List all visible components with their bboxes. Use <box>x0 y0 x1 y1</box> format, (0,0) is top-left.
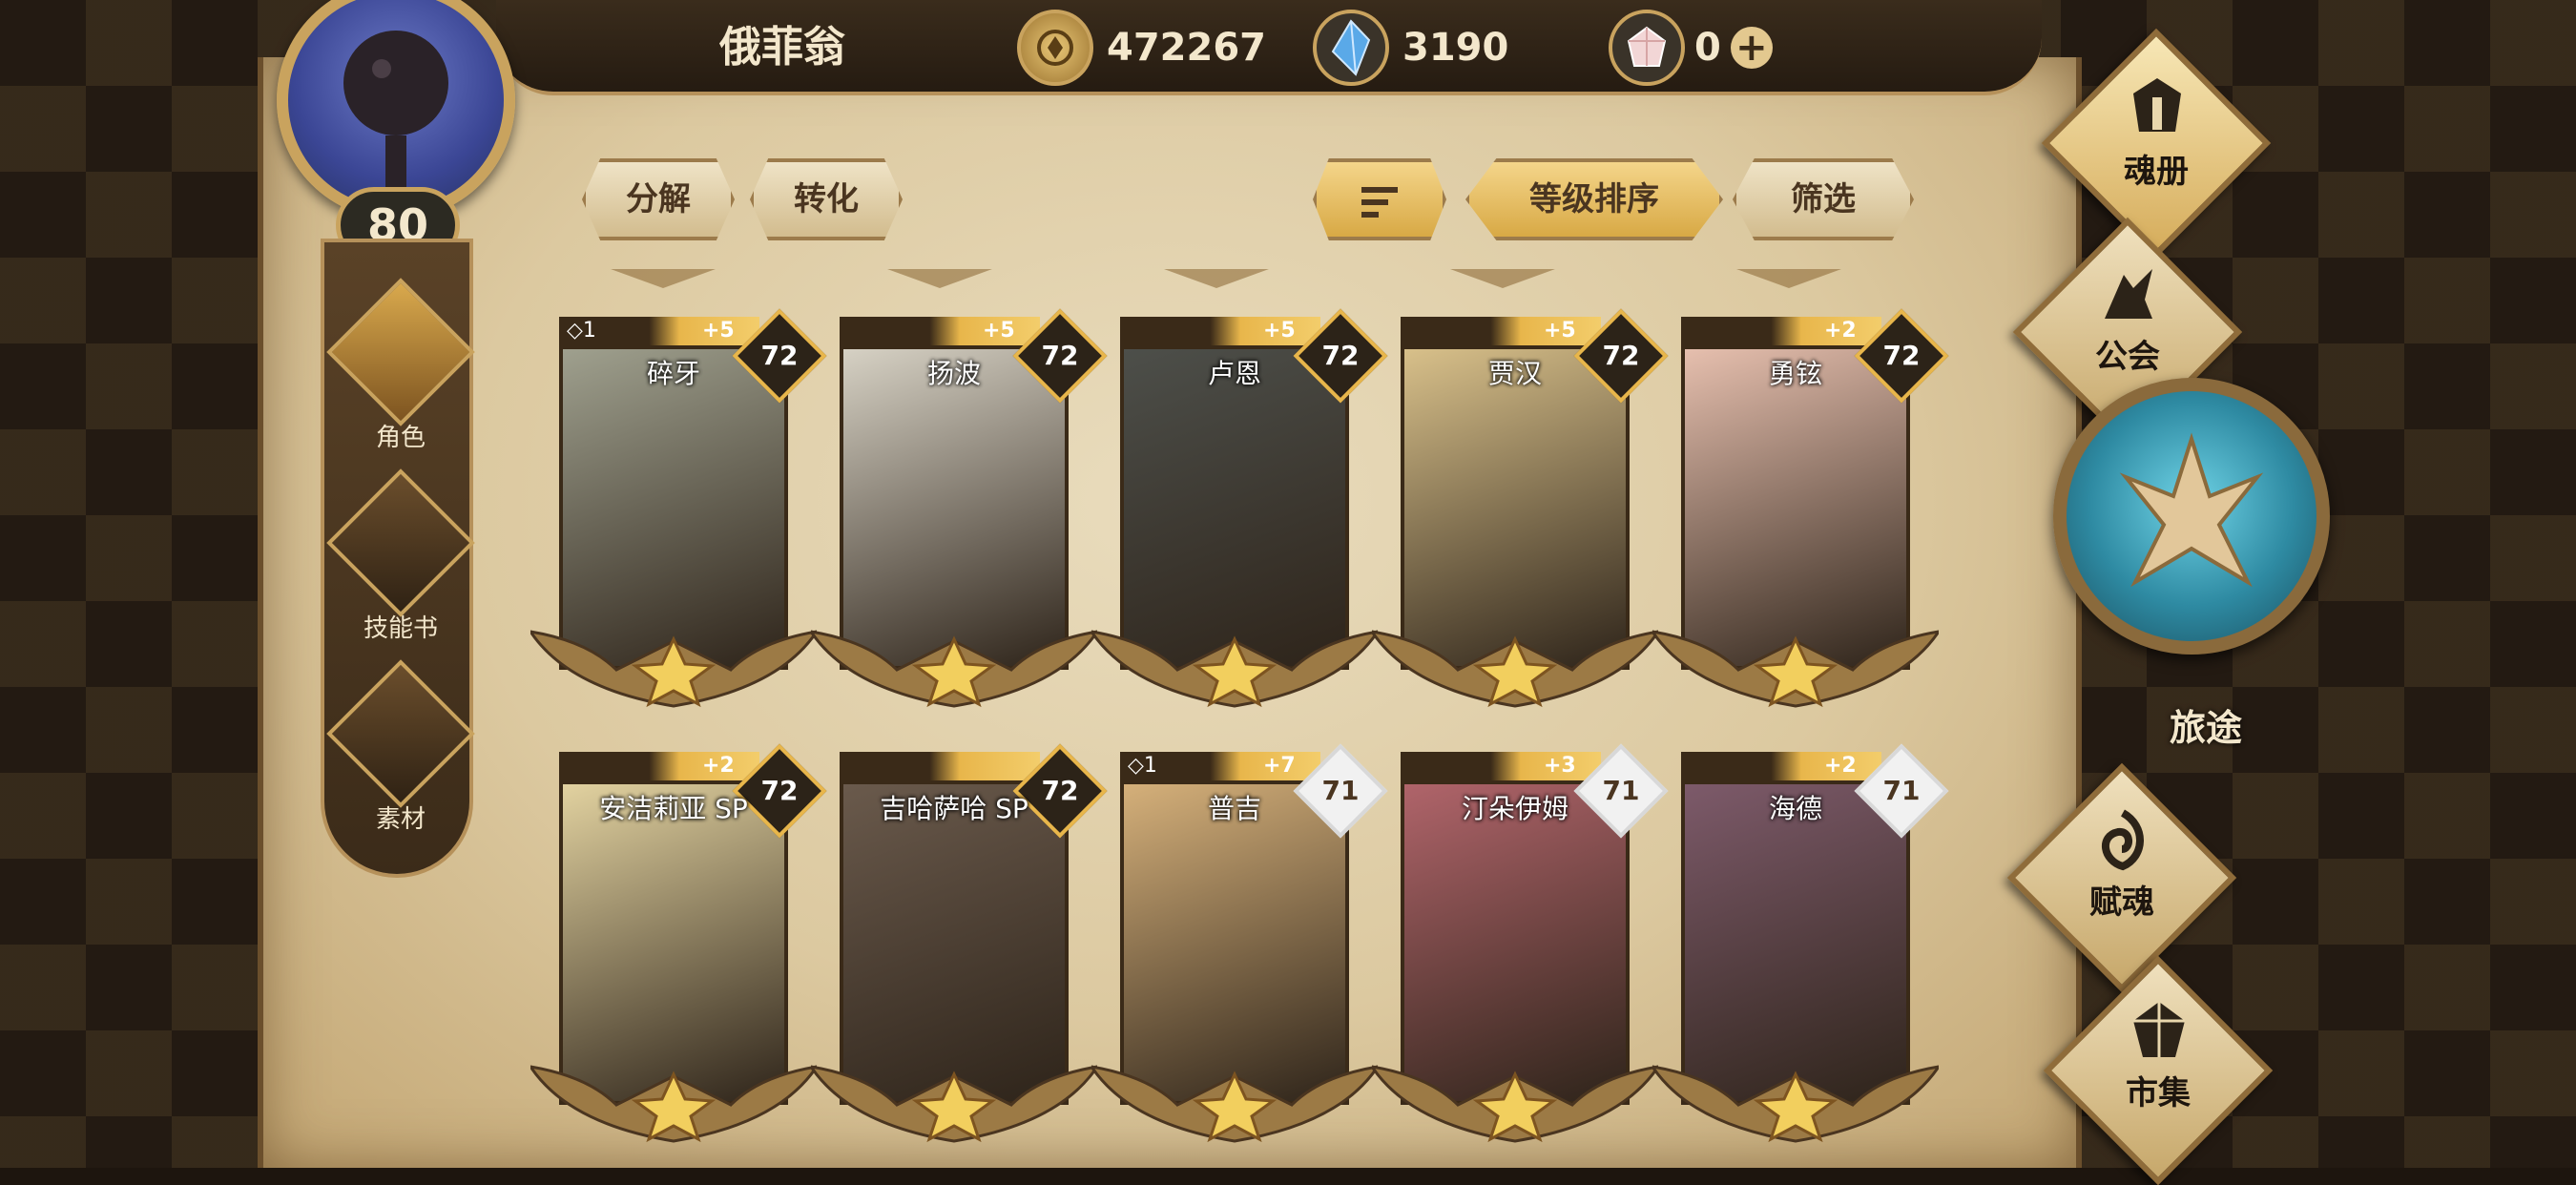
card-name: 碎牙 <box>646 358 700 389</box>
card-plus-level: +5 <box>1544 319 1576 343</box>
star-crest-icon <box>1652 1065 1939 1143</box>
card-ribbon: +5 <box>840 317 1040 345</box>
filter-button[interactable]: 筛选 <box>1733 158 1914 240</box>
card-name: 海德 <box>1768 793 1822 824</box>
shard-resource[interactable]: 0 + <box>1609 10 1773 86</box>
star-crest-icon <box>1372 1065 1658 1143</box>
gem-icon <box>2133 1002 2185 1057</box>
crystal-resource[interactable]: 3190 <box>1313 10 1508 86</box>
divider-ornament-icon <box>1736 269 1841 288</box>
helmet-icon <box>326 278 475 426</box>
character-card[interactable]: +5 卢恩 72 <box>1091 308 1388 708</box>
character-card[interactable]: +5 贾汉 72 <box>1372 308 1669 708</box>
card-name: 吉哈萨哈 SP <box>880 793 1028 824</box>
sidebar-item-material[interactable]: 素材 <box>324 659 477 853</box>
card-ribbon <box>840 752 1040 780</box>
star-crest-icon <box>1372 630 1658 708</box>
shard-amount: 0 <box>1694 26 1721 70</box>
star-crest-icon <box>530 1065 817 1143</box>
helmet-icon <box>2133 78 2181 132</box>
star-crest-icon <box>1652 630 1939 708</box>
gold-resource[interactable]: 472267 <box>1017 10 1266 86</box>
sort-order-button[interactable] <box>1313 158 1446 240</box>
gold-amount: 472267 <box>1107 26 1266 70</box>
card-name: 汀朵伊姆 <box>1461 793 1568 824</box>
card-name: 安洁莉亚 SP <box>599 793 748 824</box>
soul-book-label: 魂册 <box>2124 153 2189 191</box>
sort-icon <box>1361 187 1398 218</box>
character-card[interactable]: 吉哈萨哈 SP 72 <box>811 743 1108 1143</box>
card-ribbon: ◇1 +5 <box>559 317 759 345</box>
card-copies: ◇1 <box>567 319 596 343</box>
decompose-button[interactable]: 分解 <box>582 158 735 240</box>
card-plus-level: +5 <box>702 319 735 343</box>
convert-button[interactable]: 转化 <box>750 158 903 240</box>
avatar-silhouette-icon <box>343 31 448 193</box>
divider-ornament-icon <box>1164 269 1269 288</box>
card-name: 普吉 <box>1207 793 1261 824</box>
divider-ornament-icon <box>887 269 992 288</box>
journey-button[interactable] <box>2053 378 2330 655</box>
left-sidebar: 角色 技能书 素材 <box>321 239 475 878</box>
gold-coin-icon <box>1017 10 1093 86</box>
player-name: 俄菲翁 <box>719 23 845 72</box>
guild-label: 公会 <box>2095 338 2160 376</box>
character-card[interactable]: +5 扬波 72 <box>811 308 1108 708</box>
divider-ornament-icon <box>1450 269 1555 288</box>
card-copies: ◇1 <box>1128 754 1157 778</box>
card-plus-level: +3 <box>1544 754 1576 778</box>
character-card[interactable]: +3 汀朵伊姆 71 <box>1372 743 1669 1143</box>
divider-ornament-icon <box>611 269 716 288</box>
card-name: 扬波 <box>926 358 981 389</box>
star-crest-icon <box>811 1065 1097 1143</box>
sidebar-item-character[interactable]: 角色 <box>324 278 477 471</box>
shard-gem-icon <box>1609 10 1685 86</box>
character-card[interactable]: +2 勇铉 72 <box>1652 308 1949 708</box>
sidebar-item-skill-book[interactable]: 技能书 <box>324 468 477 662</box>
crystal-amount: 3190 <box>1402 26 1509 70</box>
star-crest-icon <box>811 630 1097 708</box>
endow-soul-label: 赋魂 <box>2089 884 2154 922</box>
star-crest-icon <box>530 630 817 708</box>
card-plus-level: +5 <box>983 319 1015 343</box>
wolf-emblem-icon <box>2105 269 2152 319</box>
star-crest-icon <box>1091 630 1378 708</box>
swirl-flame-icon <box>2101 809 2144 871</box>
card-plus-level: +5 <box>1263 319 1296 343</box>
card-ribbon: +2 <box>559 752 759 780</box>
card-ribbon: +5 <box>1401 317 1601 345</box>
star-crest-icon <box>1091 1065 1378 1143</box>
journey-label: 旅途 <box>2169 707 2242 749</box>
card-ribbon: +3 <box>1401 752 1601 780</box>
card-name: 卢恩 <box>1207 358 1261 389</box>
card-ribbon: +2 <box>1681 752 1881 780</box>
market-label: 市集 <box>2126 1074 2191 1112</box>
card-ribbon: +2 <box>1681 317 1881 345</box>
character-card[interactable]: +2 安洁莉亚 SP 72 <box>530 743 827 1143</box>
card-plus-level: +2 <box>1824 319 1857 343</box>
card-plus-level: +7 <box>1263 754 1296 778</box>
character-card[interactable]: ◇1 +7 普吉 71 <box>1091 743 1388 1143</box>
card-name: 勇铉 <box>1768 358 1822 389</box>
material-icon <box>326 659 475 808</box>
add-shard-button[interactable]: + <box>1730 27 1773 69</box>
card-plus-level: +2 <box>702 754 735 778</box>
character-card[interactable]: ◇1 +5 碎牙 72 <box>530 308 827 708</box>
market-button[interactable]: 市集 <box>2043 955 2274 1185</box>
crystal-icon <box>1313 10 1389 86</box>
skill-book-icon <box>326 468 475 617</box>
sort-by-level-button[interactable]: 等级排序 <box>1465 158 1723 240</box>
card-ribbon: +5 <box>1120 317 1320 345</box>
card-ribbon: ◇1 +7 <box>1120 752 1320 780</box>
card-plus-level: +2 <box>1824 754 1857 778</box>
trident-emblem-icon <box>2119 432 2264 588</box>
character-card[interactable]: +2 海德 71 <box>1652 743 1949 1143</box>
card-name: 贾汉 <box>1487 358 1542 389</box>
